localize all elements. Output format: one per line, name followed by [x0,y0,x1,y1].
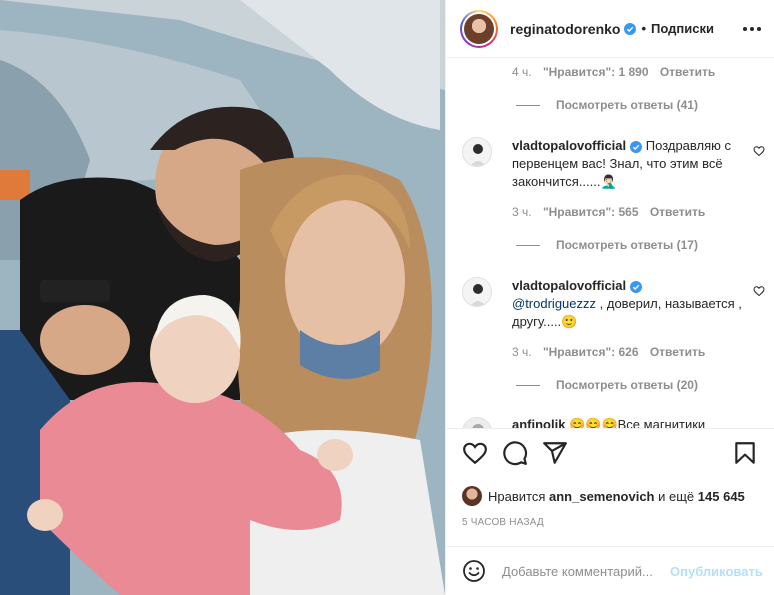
comment-likes[interactable]: "Нравится": 626 [543,345,639,359]
view-replies-button[interactable]: Посмотреть ответы (17) [516,238,698,252]
reply-button[interactable]: Ответить [660,65,715,79]
verified-badge-icon [630,280,643,293]
heart-icon[interactable] [462,440,488,466]
liker-username[interactable]: ann_semenovich [549,489,655,504]
commenter-avatar-image [463,278,491,306]
verified-badge-icon [624,22,637,35]
comment-time: 4 ч. [512,65,532,79]
likes-summary: Нравится ann_semenovich и ещё 145 645 [462,486,745,506]
author-avatar[interactable] [460,9,498,48]
add-comment-bar: Опубликовать [446,546,774,595]
commenter-avatar-image [463,138,491,166]
replies-line [516,104,540,106]
comment-emoji: 🤦🏻‍♂️ [600,174,617,189]
comment-body: vladtopalovofficial @trodriguezzz , дове… [512,277,744,331]
replies-line [516,244,540,246]
heart-icon[interactable] [753,285,765,297]
commenter-avatar[interactable] [462,277,492,307]
post-actions [446,440,774,474]
comment-author[interactable]: vladtopalovofficial [512,278,626,293]
liker-avatar[interactable] [462,486,482,506]
publish-button[interactable]: Опубликовать [670,564,763,579]
comment-text: 😊😊😊Все магнитики [569,417,706,429]
reply-button[interactable]: Ответить [650,345,705,359]
author-avatar-inner [462,11,496,46]
comment-meta: 4 ч. "Нравится": 1 890 Ответить [512,65,715,79]
replies-line [516,384,540,386]
comment-likes[interactable]: "Нравится": 565 [543,205,639,219]
comment-body: vladtopalovofficial Поздравляю с первенц… [512,137,744,191]
header-separator: • [641,21,647,36]
comment-time: 3 ч. [512,345,532,359]
verified-badge-icon [630,140,643,153]
author-username[interactable]: reginatodorenko [510,21,620,37]
post-photo-image [0,0,445,595]
post-header: reginatodorenko • Подписки [446,0,774,58]
author-avatar-image [464,13,494,44]
view-replies-button[interactable]: Посмотреть ответы (41) [516,98,698,112]
likes-count[interactable]: 145 645 [698,489,745,504]
emoji-icon[interactable] [462,559,486,583]
following-button[interactable]: Подписки [651,21,714,36]
comment-mention[interactable]: @trodriguezzz [512,296,596,311]
more-dot [750,27,754,31]
likes-prefix: Нравится [488,488,546,504]
comment-author[interactable]: vladtopalovofficial [512,138,626,153]
comment-input[interactable] [502,563,668,579]
comment-emoji: 🙂 [561,314,578,329]
share-icon[interactable] [542,440,568,466]
comments-list[interactable]: 4 ч. "Нравится": 1 890 Ответить Посмотре… [446,59,774,429]
bookmark-icon[interactable] [732,440,758,466]
likes-suffix: и ещё [658,488,695,504]
view-replies-label: Посмотреть ответы (41) [556,98,698,112]
comment-likes[interactable]: "Нравится": 1 890 [543,65,649,79]
commenter-avatar-image [463,418,491,428]
comment-author[interactable]: anfinolik [512,417,565,428]
view-replies-label: Посмотреть ответы (20) [556,378,698,392]
post-photo [0,0,445,595]
commenter-avatar[interactable] [462,417,492,428]
comment-icon[interactable] [502,440,528,466]
view-replies-button[interactable]: Посмотреть ответы (20) [516,378,698,392]
more-options-icon[interactable] [743,20,761,38]
reply-button[interactable]: Ответить [650,205,705,219]
post-timestamp[interactable]: 5 ЧАСОВ НАЗАД [462,517,544,528]
view-replies-label: Посмотреть ответы (17) [556,238,698,252]
heart-icon[interactable] [753,145,765,157]
post-side-panel: reginatodorenko • Подписки 4 ч. "Нравитс… [445,0,774,595]
comment-body: anfinolik 😊😊😊Все магнитики [512,416,744,429]
comment-meta: 3 ч. "Нравится": 565 Ответить [512,205,705,219]
more-dot [757,27,761,31]
comment-meta: 3 ч. "Нравится": 626 Ответить [512,345,705,359]
more-dot [743,27,747,31]
comment-time: 3 ч. [512,205,532,219]
commenter-avatar[interactable] [462,137,492,167]
